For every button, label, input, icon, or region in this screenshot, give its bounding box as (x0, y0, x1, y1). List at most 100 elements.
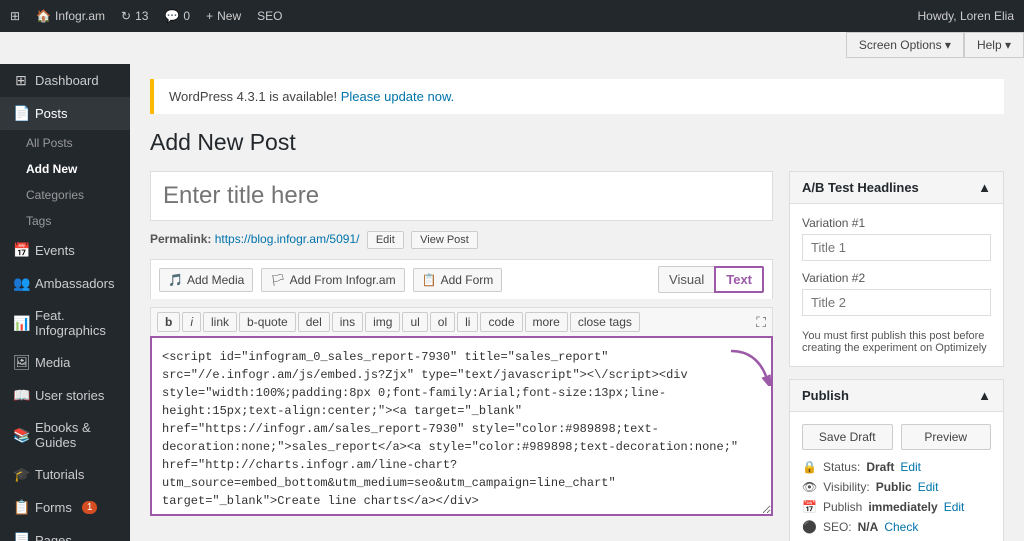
ebooks-icon: 📚 (13, 427, 29, 444)
sidebar-item-ebooks[interactable]: 📚 Ebooks & Guides (0, 412, 130, 458)
img-button[interactable]: img (365, 312, 400, 332)
status-row: 🔒 Status: Draft Edit (802, 460, 991, 474)
sidebar-item-all-posts[interactable]: All Posts (0, 130, 130, 156)
permalink-edit-button[interactable]: Edit (367, 231, 404, 249)
ul-button[interactable]: ul (402, 312, 427, 332)
publish-panel-header: Publish ▲ (790, 380, 1003, 412)
editor-sidebar: A/B Test Headlines ▲ Variation #1 Variat… (789, 171, 1004, 541)
posts-icon: 📄 (13, 105, 29, 122)
status-value: Draft (866, 460, 894, 474)
editor-toolbar-top: 🎵 Add Media 🏳 Add From Infogr.am 📋 Add F… (150, 259, 773, 299)
more-button[interactable]: more (525, 312, 568, 332)
tutorials-icon: 🎓 (13, 466, 29, 483)
wp-icon: ⊞ (10, 9, 20, 23)
post-title-input[interactable] (150, 171, 773, 221)
italic-button[interactable]: i (182, 312, 201, 332)
site-name[interactable]: 🏠 Infogr.am (36, 9, 105, 23)
link-button[interactable]: link (203, 312, 237, 332)
close-tags-button[interactable]: close tags (570, 312, 640, 332)
media-icon: 🖼 (13, 354, 29, 371)
sidebar-item-user-stories[interactable]: 📖 User stories (0, 379, 130, 412)
add-from-infogram-button[interactable]: 🏳 Add From Infogr.am (261, 268, 404, 292)
wp-logo[interactable]: ⊞ (10, 9, 20, 23)
visual-tab[interactable]: Visual (658, 266, 714, 293)
publish-time-edit-link[interactable]: Edit (944, 500, 965, 514)
media-upload-icon: 🎵 (168, 273, 183, 287)
screen-options-button[interactable]: Screen Options ▾ (846, 32, 964, 58)
ab-test-panel: A/B Test Headlines ▲ Variation #1 Variat… (789, 171, 1004, 367)
ab-test-panel-header: A/B Test Headlines ▲ (790, 172, 1003, 204)
infogram-icon: 🏳 (270, 273, 285, 287)
comments-count[interactable]: 💬 0 (164, 9, 190, 23)
add-form-button[interactable]: 📋 Add Form (413, 268, 503, 292)
del-button[interactable]: del (298, 312, 330, 332)
visibility-edit-link[interactable]: Edit (918, 480, 939, 494)
sidebar-item-add-new[interactable]: Add New (0, 156, 130, 182)
status-edit-link[interactable]: Edit (900, 460, 921, 474)
page-title: Add New Post (150, 129, 1004, 156)
view-post-button[interactable]: View Post (411, 231, 478, 249)
bold-button[interactable]: b (157, 312, 180, 332)
ab-test-panel-content: Variation #1 Variation #2 You must first… (790, 204, 1003, 366)
update-count[interactable]: ↻ 13 (121, 9, 148, 23)
forms-icon: 📋 (13, 499, 29, 516)
visibility-value: Public (876, 480, 912, 494)
text-editor[interactable] (150, 336, 773, 516)
sidebar-item-ambassadors[interactable]: 👥 Ambassadors (0, 267, 130, 300)
sidebar-item-feat-infographics[interactable]: 📊 Feat. Infographics (0, 300, 130, 346)
permalink-url[interactable]: https://blog.infogr.am/5091/ (215, 232, 360, 246)
blockquote-button[interactable]: b-quote (239, 312, 296, 332)
seo-item[interactable]: SEO (257, 9, 282, 23)
infographics-icon: 📊 (13, 315, 29, 332)
format-toolbar: b i link b-quote del ins img ul ol li co… (150, 307, 773, 336)
ab-test-note: You must first publish this post before … (802, 330, 991, 354)
sidebar: ⊞ Dashboard 📄 Posts All Posts Add New Ca… (0, 64, 130, 541)
add-media-button[interactable]: 🎵 Add Media (159, 268, 253, 292)
sidebar-item-tags[interactable]: Tags (0, 208, 130, 234)
preview-button[interactable]: Preview (901, 424, 992, 450)
seo-check-link[interactable]: Check (884, 520, 918, 534)
help-button[interactable]: Help ▾ (964, 32, 1024, 58)
sidebar-item-pages[interactable]: 📃 Pages (0, 524, 130, 541)
variation2-input[interactable] (802, 289, 991, 316)
code-button[interactable]: code (480, 312, 522, 332)
ol-button[interactable]: ol (430, 312, 455, 332)
sidebar-item-forms[interactable]: 📋 Forms 1 (0, 491, 130, 524)
collapse-icon[interactable]: ▲ (978, 180, 991, 195)
visibility-icon: 👁 (802, 480, 817, 494)
sidebar-item-media[interactable]: 🖼 Media (0, 346, 130, 379)
publish-time-value: immediately (868, 500, 937, 514)
seo-row: ⚫ SEO: N/A Check (802, 520, 991, 534)
events-icon: 📅 (13, 242, 29, 259)
li-button[interactable]: li (457, 312, 478, 332)
publish-time-row: 📅 Publish immediately Edit (802, 500, 991, 514)
seo-value: N/A (858, 520, 879, 534)
form-icon: 📋 (422, 273, 437, 287)
top-bar-right: Screen Options ▾ Help ▾ (846, 32, 1024, 58)
pages-icon: 📃 (13, 532, 29, 541)
user-stories-icon: 📖 (13, 387, 29, 404)
ins-button[interactable]: ins (332, 312, 363, 332)
save-draft-button[interactable]: Save Draft (802, 424, 893, 450)
fullscreen-icon[interactable]: ⛶ (756, 314, 766, 331)
sidebar-item-categories[interactable]: Categories (0, 182, 130, 208)
publish-panel-content: Save Draft Preview 🔒 Status: Draft Edit … (790, 412, 1003, 541)
arrow-indicator (726, 346, 776, 389)
sidebar-item-posts[interactable]: 📄 Posts (0, 97, 130, 130)
sidebar-item-events[interactable]: 📅 Events (0, 234, 130, 267)
comment-icon: 💬 (164, 9, 179, 23)
seo-dot-icon: ⚫ (802, 520, 817, 534)
sidebar-item-tutorials[interactable]: 🎓 Tutorials (0, 458, 130, 491)
text-tab[interactable]: Text (714, 266, 764, 293)
publish-buttons: Save Draft Preview (802, 424, 991, 450)
user-greeting[interactable]: Howdy, Loren Elia (918, 9, 1015, 23)
admin-bar: ⊞ 🏠 Infogr.am ↻ 13 💬 0 + New SEO Howdy, … (0, 0, 1024, 32)
update-notice: WordPress 4.3.1 is available! Please upd… (150, 79, 1004, 114)
variation1-input[interactable] (802, 234, 991, 261)
publish-collapse-icon[interactable]: ▲ (978, 388, 991, 403)
new-content-button[interactable]: + New (206, 9, 241, 23)
site-icon: 🏠 (36, 9, 51, 23)
admin-bar-right: Howdy, Loren Elia (918, 9, 1015, 23)
update-link[interactable]: Please update now. (341, 89, 454, 104)
sidebar-item-dashboard[interactable]: ⊞ Dashboard (0, 64, 130, 97)
